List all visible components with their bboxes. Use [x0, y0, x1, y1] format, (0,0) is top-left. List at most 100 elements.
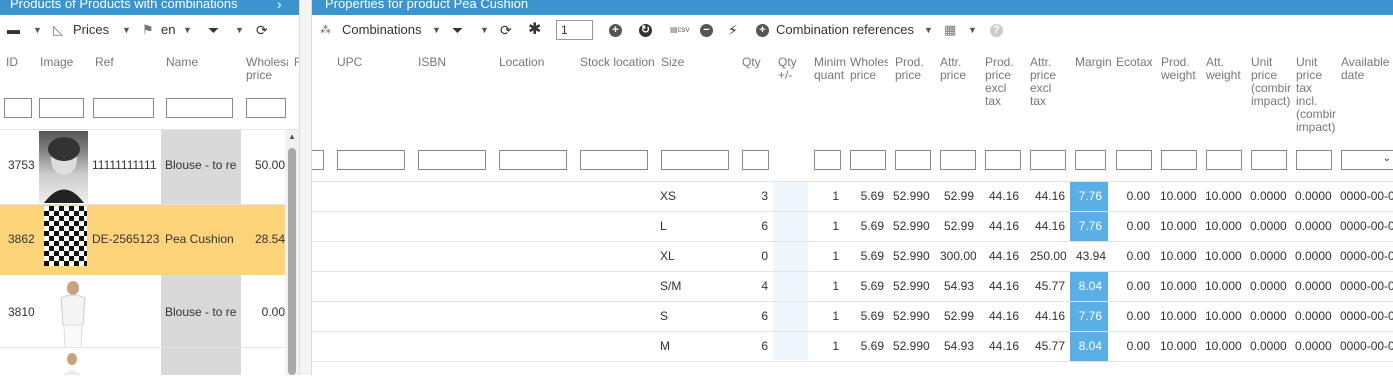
col-id[interactable]: ID	[6, 56, 18, 69]
prices-button[interactable]: Prices	[73, 15, 109, 45]
cell-unit-impact[interactable]: 0.0000	[1250, 302, 1294, 331]
chevron-right-icon[interactable]: ›	[277, 0, 282, 12]
cell-qty[interactable]: 4	[742, 272, 770, 301]
help-icon[interactable]: ?	[990, 15, 1003, 45]
cell-min[interactable]: 1	[814, 332, 841, 361]
cell-unit-tax[interactable]: 0.0000	[1295, 242, 1339, 271]
cell-margin[interactable]: 8.04	[1070, 332, 1108, 361]
asterisk-icon[interactable]: ✱	[528, 15, 541, 45]
scroll-up-icon[interactable]: ▲	[288, 132, 296, 141]
cell-qty[interactable]: 3	[742, 182, 770, 211]
col-wholesale[interactable]: Wholesale price	[246, 56, 288, 82]
chevron-down-icon[interactable]: ▼	[924, 15, 933, 45]
chevron-down-icon[interactable]: ▼	[33, 15, 42, 45]
filter-prod-price-excl[interactable]	[985, 150, 1021, 170]
cell-date[interactable]: 0000-00-0	[1340, 212, 1393, 241]
cell-qty[interactable]: 6	[742, 302, 770, 331]
cell-qty[interactable]: 6	[742, 332, 770, 361]
cell-min[interactable]: 1	[814, 182, 841, 211]
cell-unit-impact[interactable]: 0.0000	[1250, 182, 1294, 211]
col-ecotax[interactable]: Ecotax	[1116, 56, 1153, 69]
cell-prod-excl[interactable]: 44.16	[985, 272, 1021, 301]
bolt-icon[interactable]: ⚡	[728, 15, 738, 45]
left-scrollbar[interactable]: ▲	[285, 130, 299, 375]
col-att-weight[interactable]: Att. weight	[1206, 56, 1244, 82]
cell-prod-excl[interactable]: 44.16	[985, 242, 1021, 271]
cell-ecotax[interactable]: 0.00	[1116, 242, 1152, 271]
cell-attr-price[interactable]: 52.99	[940, 302, 976, 331]
filter-ecotax[interactable]	[1116, 150, 1152, 170]
col-qty-pm[interactable]: Qty +/-	[778, 56, 798, 82]
cell-prod-excl[interactable]: 44.16	[985, 302, 1021, 331]
cell-size[interactable]: XL	[660, 242, 720, 271]
cell-prod-weight[interactable]: 10.000	[1160, 332, 1204, 361]
filter-stock-location[interactable]	[580, 150, 648, 170]
cell-unit-impact[interactable]: 0.0000	[1250, 242, 1294, 271]
cell-att-weight[interactable]: 10.000	[1205, 302, 1249, 331]
col-available-date[interactable]: Available date	[1341, 56, 1391, 82]
cell-attr-price[interactable]: 54.93	[940, 272, 976, 301]
cell-att-weight[interactable]: 10.000	[1205, 332, 1249, 361]
cell-ecotax[interactable]: 0.00	[1116, 212, 1152, 241]
page-input[interactable]: 1	[561, 23, 568, 37]
cell-unit-tax[interactable]: 0.0000	[1295, 182, 1339, 211]
col-image[interactable]: Image	[40, 56, 73, 69]
cell-size[interactable]: S	[660, 302, 720, 331]
cell-att-weight[interactable]: 10.000	[1205, 212, 1249, 241]
filter-image[interactable]	[39, 98, 84, 118]
col-name[interactable]: Name	[166, 56, 198, 69]
cell-prod-price[interactable]: 52.990	[893, 302, 933, 331]
filter-location[interactable]	[499, 150, 567, 170]
cell-qty[interactable]: 6	[742, 212, 770, 241]
cell-attr-excl[interactable]: 44.16	[1030, 182, 1067, 211]
cell-min[interactable]: 1	[814, 272, 841, 301]
col-size[interactable]: Size	[661, 56, 684, 69]
cell-prod-price[interactable]: 52.990	[893, 212, 933, 241]
col-margin[interactable]: Margin	[1075, 56, 1112, 69]
cell-prod-excl[interactable]: 44.16	[985, 182, 1021, 211]
filter-prod-weight[interactable]	[1161, 150, 1197, 170]
cell-margin[interactable]: 7.76	[1070, 302, 1108, 331]
cell-att-weight[interactable]: 10.000	[1205, 182, 1249, 211]
export-icon[interactable]: ↻	[639, 15, 652, 45]
cell-ecotax[interactable]: 0.00	[1116, 182, 1152, 211]
language-button[interactable]: en	[161, 15, 175, 45]
cell-attr-price[interactable]: 54.93	[940, 332, 976, 361]
filter-icon[interactable]: ⏷	[452, 15, 463, 45]
cell-min[interactable]: 1	[814, 302, 841, 331]
cell-prod-weight[interactable]: 10.000	[1160, 242, 1204, 271]
col-unit-price-tax[interactable]: Unit price tax incl. (combir impact)	[1296, 56, 1336, 134]
table-row[interactable]: 3753	[8, 158, 36, 172]
cell-ecotax[interactable]: 0.00	[1116, 332, 1152, 361]
cell-prod-price[interactable]: 52.990	[893, 272, 933, 301]
cell-date[interactable]: 0000-00-0	[1340, 302, 1393, 331]
cell-att-weight[interactable]: 10.000	[1205, 242, 1249, 271]
cell-attr-excl[interactable]: 45.77	[1030, 272, 1067, 301]
cell-unit-impact[interactable]: 0.0000	[1250, 272, 1294, 301]
grid-icon[interactable]: ▦	[944, 15, 956, 45]
filter-icon[interactable]: ⏷	[208, 15, 219, 45]
col-unit-price-impact[interactable]: Unit price (combir impact)	[1251, 56, 1291, 108]
filter-ref[interactable]	[93, 98, 154, 118]
filter-unit-impact[interactable]	[1251, 150, 1287, 170]
filter-isbn[interactable]	[418, 150, 486, 170]
filter-size[interactable]	[661, 150, 729, 170]
col-attr-price-excl[interactable]: Attr. price excl tax	[1030, 56, 1066, 108]
cell-unit-tax[interactable]: 0.0000	[1295, 302, 1339, 331]
chevron-down-icon[interactable]: ▼	[480, 15, 489, 45]
cell-prod-weight[interactable]: 10.000	[1160, 212, 1204, 241]
cell-attr-excl[interactable]: 45.77	[1030, 332, 1067, 361]
filter-upc[interactable]	[337, 150, 405, 170]
cell-prod-price[interactable]: 52.990	[893, 242, 933, 271]
col-wholesale[interactable]: Wholes price	[850, 56, 888, 82]
filter-first[interactable]	[312, 150, 324, 170]
col-upc[interactable]: UPC	[337, 56, 362, 69]
cell-prod-weight[interactable]: 10.000	[1160, 182, 1204, 211]
cell-date[interactable]: 0000-00-0	[1340, 242, 1393, 271]
filter-prod-price[interactable]	[895, 150, 931, 170]
filter-wholesale[interactable]	[850, 150, 886, 170]
cell-margin[interactable]: 43.94	[1072, 242, 1108, 271]
cell-attr-price[interactable]: 52.99	[940, 182, 976, 211]
chevron-down-icon[interactable]: ⌄	[1383, 153, 1391, 164]
cell-prod-weight[interactable]: 10.000	[1160, 302, 1204, 331]
